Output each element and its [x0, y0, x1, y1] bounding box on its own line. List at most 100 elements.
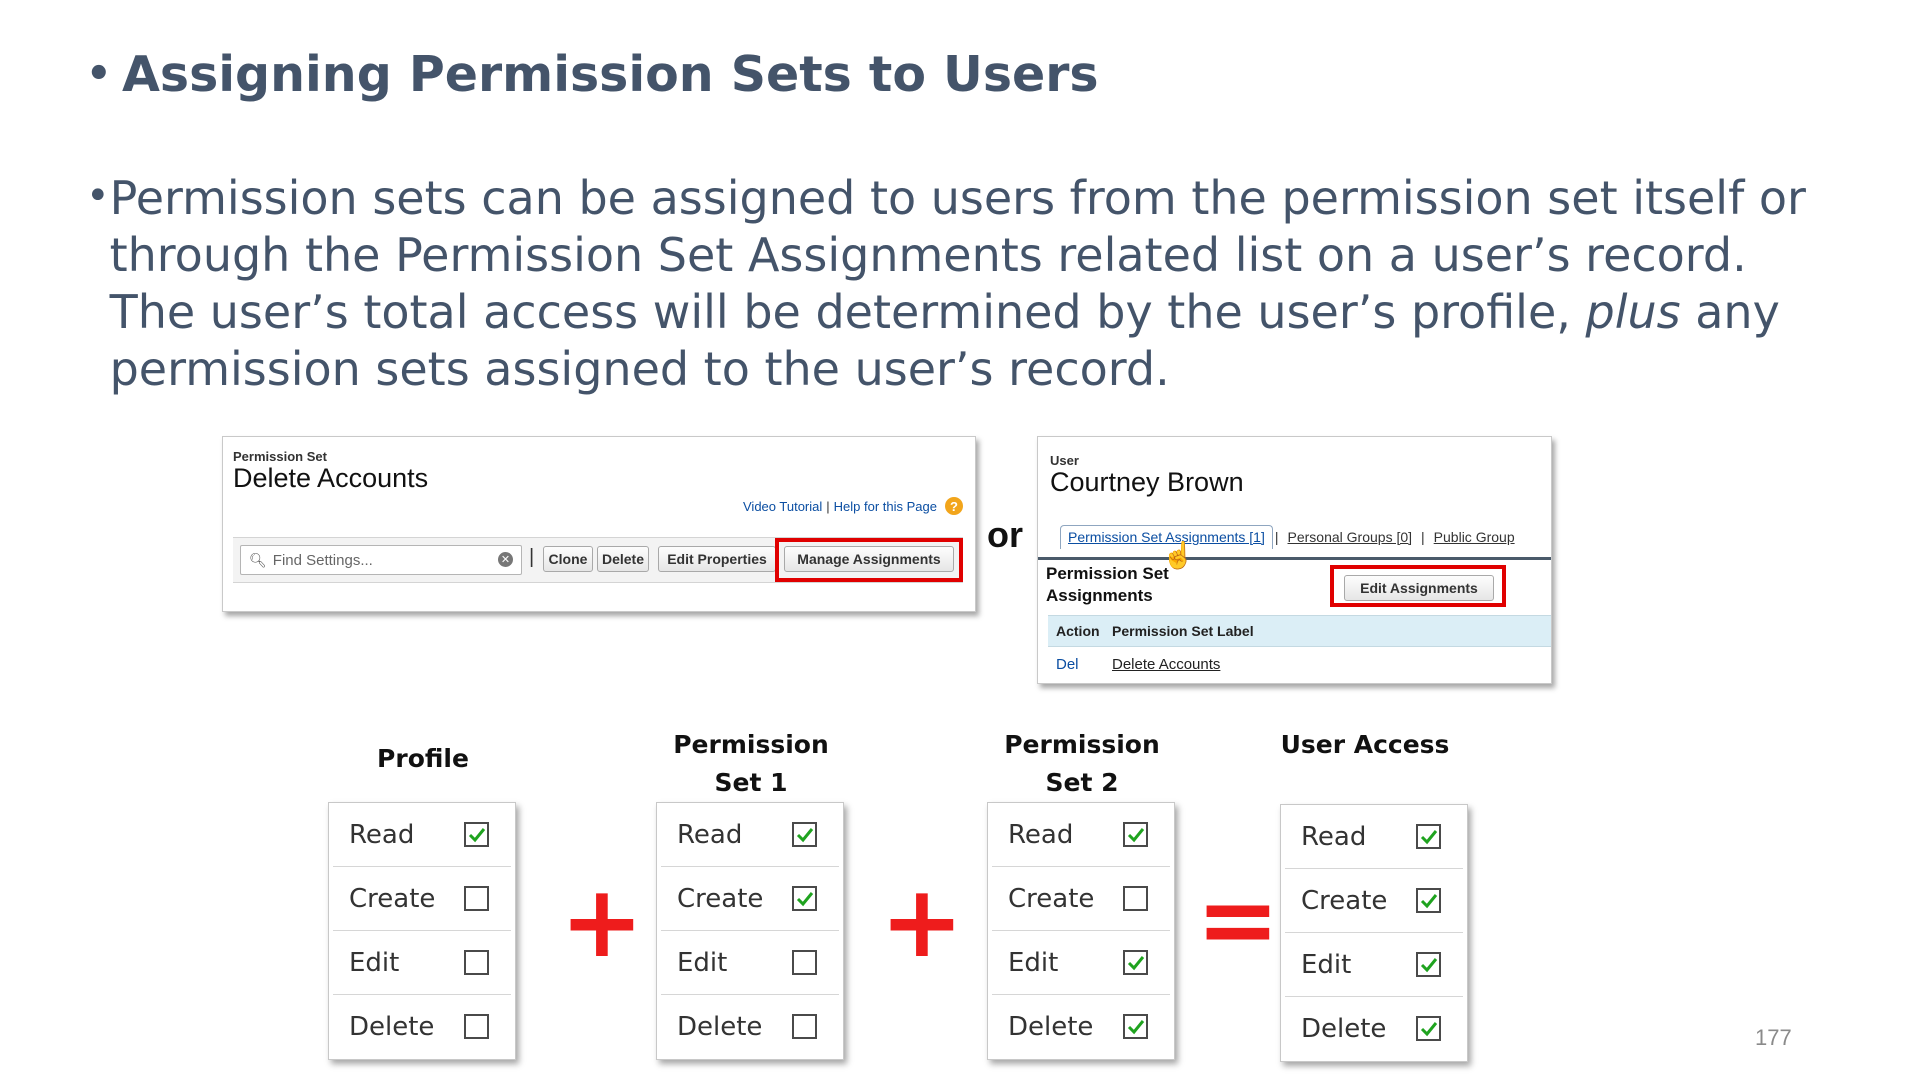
- tab-separator: |: [1421, 529, 1425, 545]
- label-column-header: Permission Set Label: [1112, 623, 1254, 639]
- checkmark-icon: [1420, 829, 1437, 844]
- slide-title: Assigning Permission Sets to Users: [122, 46, 1099, 103]
- permission-row: Read: [333, 803, 511, 867]
- find-settings-input[interactable]: 🔍︎ Find Settings... ✕: [240, 545, 522, 575]
- permission-label: Create: [1301, 885, 1388, 916]
- permission-set-1-column: Permission Set 1 Read Create Edit Delete: [656, 726, 846, 1060]
- column-title: User Access: [1280, 730, 1450, 759]
- checkbox-grid: Read Create Edit Delete: [656, 802, 844, 1060]
- bullet-icon: •: [86, 173, 110, 219]
- unchecked-checkbox[interactable]: [1123, 886, 1148, 911]
- clone-button[interactable]: Clone: [543, 546, 593, 572]
- permission-set-toolbar: 🔍︎ Find Settings... ✕ | Clone Delete Edi…: [233, 537, 963, 583]
- permission-label: Read: [677, 819, 743, 850]
- permission-row: Delete: [661, 995, 839, 1058]
- checkmark-icon: [796, 891, 813, 906]
- body-text: Permission sets can be assigned to users…: [110, 170, 1806, 398]
- tab-public-group[interactable]: Public Group: [1427, 525, 1522, 549]
- permission-row: Edit: [1285, 933, 1463, 997]
- user-name: Courtney Brown: [1050, 467, 1244, 497]
- user-kicker: User: [1050, 453, 1079, 468]
- edit-properties-button[interactable]: Edit Properties: [658, 546, 776, 572]
- checkmark-icon: [1420, 1021, 1437, 1036]
- help-for-page-link[interactable]: Help for this Page: [834, 499, 937, 514]
- find-settings-placeholder: Find Settings...: [272, 551, 373, 569]
- permission-row: Delete: [992, 995, 1170, 1058]
- toolbar-separator: |: [529, 546, 535, 568]
- highlight-box: [775, 538, 963, 582]
- delete-button[interactable]: Delete: [597, 546, 649, 572]
- permission-row: Delete: [1285, 997, 1463, 1060]
- permission-label: Delete: [677, 1011, 763, 1042]
- permission-set-kicker: Permission Set: [233, 449, 327, 464]
- permission-label: Create: [1008, 883, 1095, 914]
- permission-set-screenshot: Permission Set Delete Accounts Video Tut…: [222, 436, 976, 612]
- checkmark-icon: [1127, 827, 1144, 842]
- permission-set-name: Delete Accounts: [233, 463, 429, 493]
- body-text-emphasis: plus: [1585, 285, 1681, 339]
- unchecked-checkbox[interactable]: [464, 886, 489, 911]
- body-text-part1: Permission sets can be assigned to users…: [109, 171, 1806, 339]
- permission-set-2-column: Permission Set 2 Read Create Edit Delete: [987, 726, 1177, 1060]
- permission-label: Delete: [349, 1011, 435, 1042]
- checked-checkbox[interactable]: [1123, 950, 1148, 975]
- checkbox-grid: Read Create Edit Delete: [328, 802, 516, 1060]
- bullet-icon: •: [86, 51, 112, 97]
- checked-checkbox[interactable]: [464, 822, 489, 847]
- unchecked-checkbox[interactable]: [792, 1014, 817, 1039]
- permission-label: Edit: [1008, 947, 1059, 978]
- user-access-column: User Access Read Create Edit Delete: [1280, 726, 1470, 1062]
- permission-label: Edit: [1301, 949, 1352, 980]
- checked-checkbox[interactable]: [1123, 1014, 1148, 1039]
- related-list-tabs: Permission Set Assignments [1] | Persona…: [1060, 525, 1522, 549]
- tab-personal-groups[interactable]: Personal Groups [0]: [1281, 525, 1420, 549]
- body-text-row: • Permission sets can be assigned to use…: [86, 170, 1806, 398]
- unchecked-checkbox[interactable]: [464, 950, 489, 975]
- table-header: Action Permission Set Label: [1048, 615, 1551, 647]
- search-icon: 🔍︎: [249, 551, 267, 568]
- checkbox-grid: Read Create Edit Delete: [1280, 804, 1468, 1062]
- permission-row: Edit: [333, 931, 511, 995]
- help-links: Video Tutorial | Help for this Page ?: [743, 497, 963, 515]
- tab-underline: [1038, 557, 1551, 560]
- checked-checkbox[interactable]: [1416, 952, 1441, 977]
- checked-checkbox[interactable]: [1416, 1016, 1441, 1041]
- checked-checkbox[interactable]: [1416, 824, 1441, 849]
- checkbox-grid: Read Create Edit Delete: [987, 802, 1175, 1060]
- permission-row: Read: [1285, 805, 1463, 869]
- delete-link[interactable]: Del: [1048, 656, 1106, 673]
- assignments-table: Action Permission Set Label Del Delete A…: [1048, 615, 1551, 681]
- permission-label: Create: [677, 883, 764, 914]
- column-title: Permission Set 1: [673, 730, 829, 797]
- permission-label: Read: [1301, 821, 1367, 852]
- action-column-header: Action: [1056, 623, 1100, 639]
- checked-checkbox[interactable]: [792, 886, 817, 911]
- video-tutorial-link[interactable]: Video Tutorial: [743, 499, 822, 514]
- clear-icon[interactable]: ✕: [498, 552, 513, 567]
- hand-cursor-icon: ☝: [1162, 540, 1195, 570]
- permission-label: Create: [349, 883, 436, 914]
- permission-row: Read: [992, 803, 1170, 867]
- permission-set-link[interactable]: Delete Accounts: [1106, 656, 1220, 673]
- page-number: 177: [1755, 1025, 1792, 1050]
- unchecked-checkbox[interactable]: [464, 1014, 489, 1039]
- checkmark-icon: [468, 827, 485, 842]
- permission-label: Read: [349, 819, 415, 850]
- checked-checkbox[interactable]: [792, 822, 817, 847]
- checked-checkbox[interactable]: [1123, 822, 1148, 847]
- permission-row: Create: [333, 867, 511, 931]
- permission-row: Delete: [333, 995, 511, 1058]
- plus-operator: +: [560, 863, 644, 980]
- help-icon[interactable]: ?: [945, 497, 963, 515]
- permission-row: Create: [661, 867, 839, 931]
- permission-row: Create: [1285, 869, 1463, 933]
- tab-separator: |: [1274, 529, 1279, 545]
- checkmark-icon: [1127, 955, 1144, 970]
- column-title: Permission Set 2: [1004, 730, 1160, 797]
- permission-row: Edit: [992, 931, 1170, 995]
- checked-checkbox[interactable]: [1416, 888, 1441, 913]
- permission-label: Edit: [677, 947, 728, 978]
- permission-row: Create: [992, 867, 1170, 931]
- unchecked-checkbox[interactable]: [792, 950, 817, 975]
- column-title: Profile: [377, 744, 469, 773]
